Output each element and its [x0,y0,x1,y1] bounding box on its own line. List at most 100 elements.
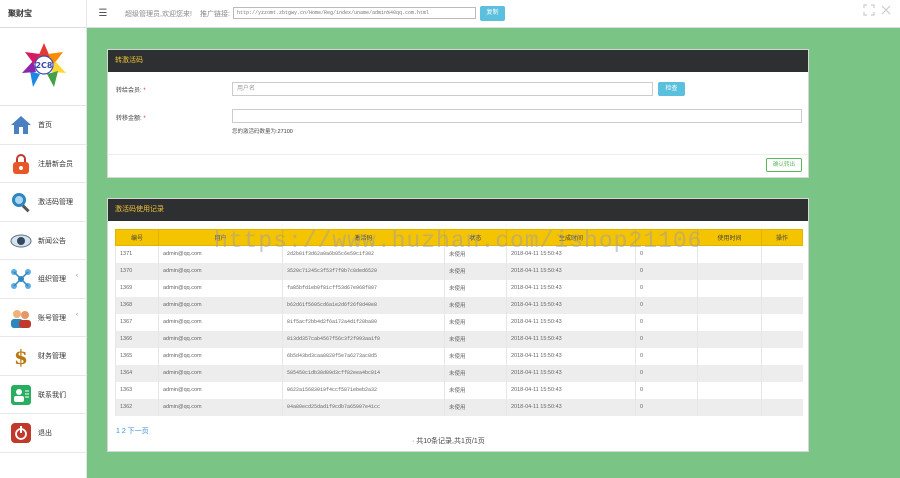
sidebar-item-news[interactable]: 新闻公告 [0,222,87,260]
copy-button[interactable]: 复制 [480,6,505,21]
logo-area: 2C8 [0,28,87,106]
table-cell: 1367 [115,313,159,331]
table-cell: admin@qq.com [158,330,283,348]
house-icon [11,116,31,134]
table-cell: 未使用 [444,279,507,297]
table-row: 1368 admin@qq.com b62d61f5605cd6a1e2d6f26f… [115,296,803,314]
users-icon [11,309,31,328]
table-cell: 0622a15683019f4ccf5871ebeb2a32 [282,381,445,399]
close-icon[interactable] [879,3,893,17]
table-cell [761,398,803,416]
table-cell: 1368 [115,296,159,314]
sidebar-item-label: 首页 [38,122,52,129]
table-cell: admin@qq.com [158,398,283,416]
table-cell [697,296,762,314]
pagination-links[interactable]: 1 2 下一页 [116,426,149,436]
sidebar-item-accounts[interactable]: 账号管理 ‹ [0,299,87,337]
pagination-info: · 共10条记录,共1页/1页 [412,438,485,445]
table-cell [697,347,762,365]
table-cell [697,398,762,416]
table-cell: 0 [635,364,698,382]
table-cell: 0 [635,296,698,314]
table-cell: 2018-04-11 15:50:43 [506,296,636,314]
account-label: 转给会员: * [116,88,146,94]
sidebar-item-label: 新闻公告 [38,237,66,245]
sidebar-item-logout[interactable]: 退出 [0,414,87,453]
table-cell: 0 [635,313,698,331]
table-cell [697,262,762,280]
column-header: 用户 [158,229,283,246]
table-cell: 3520c71245c3f53f7f8b7c8ded6520 [282,262,445,280]
table-cell [697,245,762,263]
table-cell: 未使用 [444,330,507,348]
table-cell: 2018-04-11 15:50:43 [506,279,636,297]
table-cell: 未使用 [444,381,507,399]
column-header: 激活码 [282,229,445,246]
table-cell: 2018-04-11 15:50:43 [506,381,636,399]
sidebar-item-activation[interactable]: 激活码管理 [0,183,87,222]
account-input[interactable]: 用户名 [232,82,653,96]
column-header [635,229,698,246]
table-cell [697,313,762,331]
table-cell: 0 [635,398,698,416]
table-cell [697,364,762,382]
table-row: 1365 admin@qq.com 6b5d43bd3caa8828f5e7a627… [115,347,803,365]
table-cell: 未使用 [444,245,507,263]
sidebar-item-contact[interactable]: 联系我们 [0,376,87,414]
table-cell: admin@qq.com [158,279,283,297]
menu-toggle-icon[interactable]: ☰ [95,6,111,22]
sidebar-item-label: 联系我们 [38,391,66,399]
table-cell: admin@qq.com [158,262,283,280]
table-cell: 1363 [115,381,159,399]
table-row: 1364 admin@qq.com 585450c1db38d09d3cff82ee… [115,364,803,382]
amount-input[interactable] [232,109,802,123]
svg-text:2C8: 2C8 [35,61,52,70]
table-cell: 04a80ecd25dad1f9cdb7a65007e41cc [282,398,445,416]
table-cell: 2018-04-11 15:50:43 [506,245,636,263]
table-row: 1362 admin@qq.com 04a80ecd25dad1f9cdb7a650… [115,398,803,416]
transfer-panel-title: 转激活码 [108,50,808,72]
check-button[interactable]: 检查 [658,82,685,96]
sidebar-item-label: 注册新会员 [38,160,73,168]
records-table: 编号 用户 激活码 状态 生成时间 使用时间 操作 1371 admin@qq.c… [115,229,803,416]
sidebar-item-label: 激活码管理 [38,199,73,206]
sidebar-item-organization[interactable]: 组织管理 ‹ [0,260,87,299]
table-cell: 2018-04-11 15:50:43 [506,262,636,280]
table-row: 1369 admin@qq.com fa85bfd1eb0f81cff53d67e9… [115,279,803,297]
table-cell: 2018-04-11 15:50:43 [506,398,636,416]
sidebar-item-home[interactable]: 首页 [0,106,87,145]
promo-link-input[interactable]: http://yzzomt.zbtgwy.cn/Home/Reg/index/u… [233,7,476,19]
table-cell: 0 [635,245,698,263]
table-cell: 585450c1db38d09d3cff82eea4bc814 [282,364,445,382]
eye-icon [10,234,32,247]
network-icon [11,269,31,289]
table-row: 1363 admin@qq.com 0622a15683019f4ccf5871eb… [115,381,803,399]
table-cell: 1365 [115,347,159,365]
sidebar-item-register[interactable]: 注册新会员 [0,145,87,183]
table-cell: 未使用 [444,398,507,416]
table-cell [761,262,803,280]
table-cell: admin@qq.com [158,296,283,314]
sidebar-item-label: 财务管理 [38,353,66,360]
table-cell: 未使用 [444,262,507,280]
sidebar-item-finance[interactable]: $ 财务管理 [0,337,87,376]
table-cell [761,313,803,331]
lock-icon [13,153,29,174]
table-row: 1366 admin@qq.com 813dd357cab4567f56c3f2f9… [115,330,803,348]
fullscreen-icon[interactable] [862,3,876,17]
table-cell: 0 [635,262,698,280]
table-cell [761,330,803,348]
table-cell [697,381,762,399]
table-cell: 1362 [115,398,159,416]
table-cell: 未使用 [444,296,507,314]
table-row: 1370 admin@qq.com 3520c71245c3f53f7f8b7c8d… [115,262,803,280]
brand-title: 聚财宝 [0,0,87,28]
table-cell: admin@qq.com [158,381,283,399]
table-cell: 1366 [115,330,159,348]
table-cell: b62d61f5605cd6a1e2d6f26f8d40e8 [282,296,445,314]
divider [108,154,808,155]
logo-icon: 2C8 [22,43,66,87]
table-cell: 未使用 [444,364,507,382]
confirm-transfer-button[interactable]: 确认转出 [766,158,802,172]
table-cell: 1370 [115,262,159,280]
